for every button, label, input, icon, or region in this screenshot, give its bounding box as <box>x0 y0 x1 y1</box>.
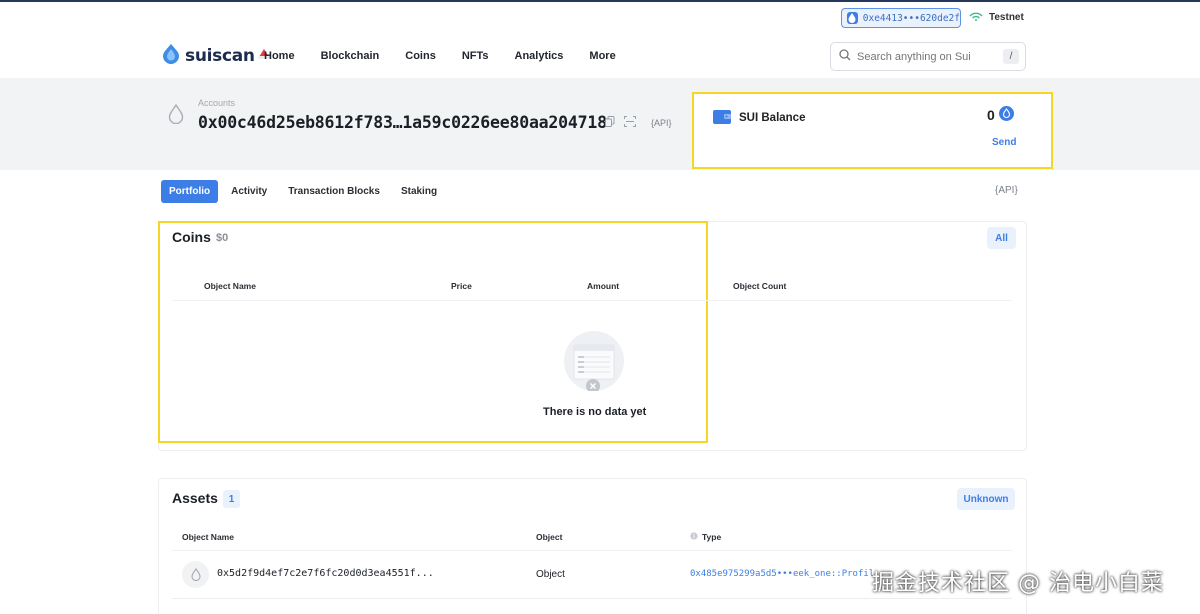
nav-coins[interactable]: Coins <box>405 50 436 62</box>
sui-balance-card <box>692 92 1053 169</box>
account-drop-icon <box>168 103 184 129</box>
send-button[interactable]: Send <box>992 137 1016 148</box>
suiscan-logo-icon <box>160 42 182 69</box>
assets-header-divider <box>172 550 1012 551</box>
assets-count-badge: 1 <box>223 490 240 508</box>
nav-home[interactable]: Home <box>264 50 295 62</box>
coins-title: Coins <box>172 229 211 245</box>
asset-row-divider <box>172 598 1012 599</box>
assets-col-object-name[interactable]: Object Name <box>182 532 234 542</box>
search-shortcut-key: / <box>1003 49 1019 64</box>
tab-staking[interactable]: Staking <box>393 180 445 203</box>
account-address: 0x00c46d25eb8612f783…1a59c0226ee80aa2047… <box>198 113 607 132</box>
coins-empty-message: There is no data yet <box>543 406 647 418</box>
asset-drop-icon <box>182 561 209 588</box>
top-accent-line <box>0 0 1200 2</box>
search-icon <box>839 48 851 66</box>
connected-wallet-button[interactable]: 0xe4413•••620de2f <box>841 8 961 28</box>
account-tabs: Portfolio Activity Transaction Blocks St… <box>161 180 450 203</box>
sui-token-icon <box>998 106 1014 124</box>
copy-icon[interactable] <box>605 116 615 129</box>
assets-col-type[interactable]: Type <box>690 532 721 542</box>
search-input[interactable] <box>857 50 997 63</box>
account-tools: {API} <box>605 116 672 129</box>
account-api-link[interactable]: {API} <box>651 118 672 128</box>
asset-row-object: Object <box>536 569 565 580</box>
nav-blockchain[interactable]: Blockchain <box>321 50 380 62</box>
sui-drop-icon <box>847 12 858 24</box>
coins-col-amount[interactable]: Amount <box>587 281 619 291</box>
asset-row-type-link[interactable]: 0x485e975299a5d5•••eek_one::Profil <box>690 569 874 579</box>
info-icon <box>690 532 698 542</box>
wallet-icon <box>713 109 731 127</box>
qr-scan-icon[interactable] <box>624 116 636 129</box>
asset-row-object-name[interactable]: 0x5d2f9d4ef7c2e7f6fc20d0d3ea4551f... <box>217 568 434 579</box>
suiscan-logo[interactable]: suiscan <box>160 42 270 69</box>
logo-text: suiscan <box>185 45 255 66</box>
network-signal-icon <box>969 11 983 24</box>
sui-balance-title: SUI Balance <box>713 109 805 127</box>
coins-col-object-count[interactable]: Object Count <box>733 281 786 291</box>
watermark-text: 掘金技术社区 @ 治电小白菜 <box>872 571 1164 596</box>
sui-balance-amount: 0 <box>987 106 1014 124</box>
account-label: Accounts <box>198 98 236 108</box>
network-label: Testnet <box>989 12 1024 23</box>
nav-more[interactable]: More <box>589 50 615 62</box>
tab-portfolio[interactable]: Portfolio <box>161 180 219 203</box>
nav-nfts[interactable]: NFTs <box>462 50 489 62</box>
coins-col-object-name[interactable]: Object Name <box>204 281 256 291</box>
search-box[interactable]: / <box>830 42 1026 71</box>
coins-filter-all-button[interactable]: All <box>987 227 1016 249</box>
assets-col-type-label: Type <box>702 532 722 542</box>
nav-analytics[interactable]: Analytics <box>515 50 564 62</box>
assets-filter-unknown-button[interactable]: Unknown <box>957 488 1015 510</box>
tab-activity[interactable]: Activity <box>223 180 275 203</box>
assets-col-object[interactable]: Object <box>536 532 562 542</box>
empty-table-icon <box>564 331 624 393</box>
assets-title: Assets <box>172 490 218 506</box>
main-nav: Home Blockchain Coins NFTs Analytics Mor… <box>264 50 642 62</box>
coins-total-value: $0 <box>216 232 229 244</box>
wallet-address: 0xe4413•••620de2f <box>862 12 960 24</box>
network-selector[interactable]: Testnet <box>969 11 1024 24</box>
coins-header-divider <box>172 300 1012 301</box>
portfolio-api-link[interactable]: {API} <box>995 185 1018 196</box>
coins-col-price[interactable]: Price <box>451 281 472 291</box>
tab-transaction-blocks[interactable]: Transaction Blocks <box>280 180 388 203</box>
sui-balance-value: 0 <box>987 107 995 123</box>
sui-balance-label: SUI Balance <box>739 112 806 124</box>
